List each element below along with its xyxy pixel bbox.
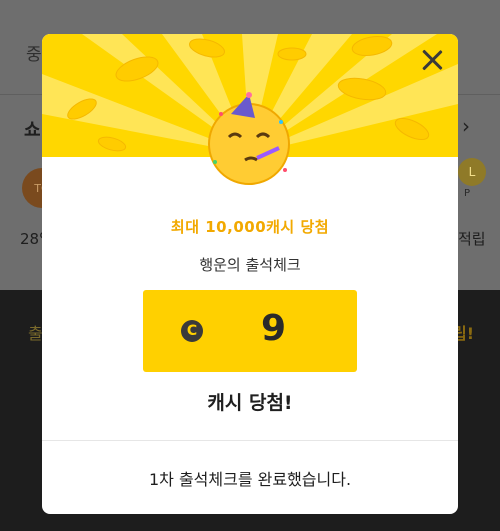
- background-point-badge: L: [458, 158, 486, 186]
- party-face-emoji: [208, 92, 290, 185]
- cash-reward-value: 9: [261, 308, 287, 349]
- close-icon[interactable]: [418, 46, 446, 74]
- background-bottom-left-text: 출: [28, 324, 43, 343]
- max-prize-text: 최대 10,000캐시 당첨: [170, 218, 330, 236]
- background-point-label: 적립: [458, 230, 486, 248]
- background-row-text: 중: [26, 45, 42, 65]
- modal-subtitle: 행운의 출석체크: [199, 256, 301, 274]
- coin-icon: C: [181, 320, 203, 342]
- background-point-sub: P: [464, 188, 471, 199]
- cash-win-text: 캐시 당첨!: [207, 392, 293, 414]
- chevron-right-icon: ›: [462, 114, 470, 138]
- attendance-modal: 최대 10,000캐시 당첨 행운의 출석체크 C 9 캐시 당첨! 1차 출석…: [42, 34, 458, 514]
- cash-reward-box: C 9: [143, 290, 357, 372]
- completion-message: 1차 출석체크를 완료했습니다.: [148, 470, 352, 489]
- background-section-title: 쇼: [24, 120, 41, 141]
- divider: [42, 440, 458, 441]
